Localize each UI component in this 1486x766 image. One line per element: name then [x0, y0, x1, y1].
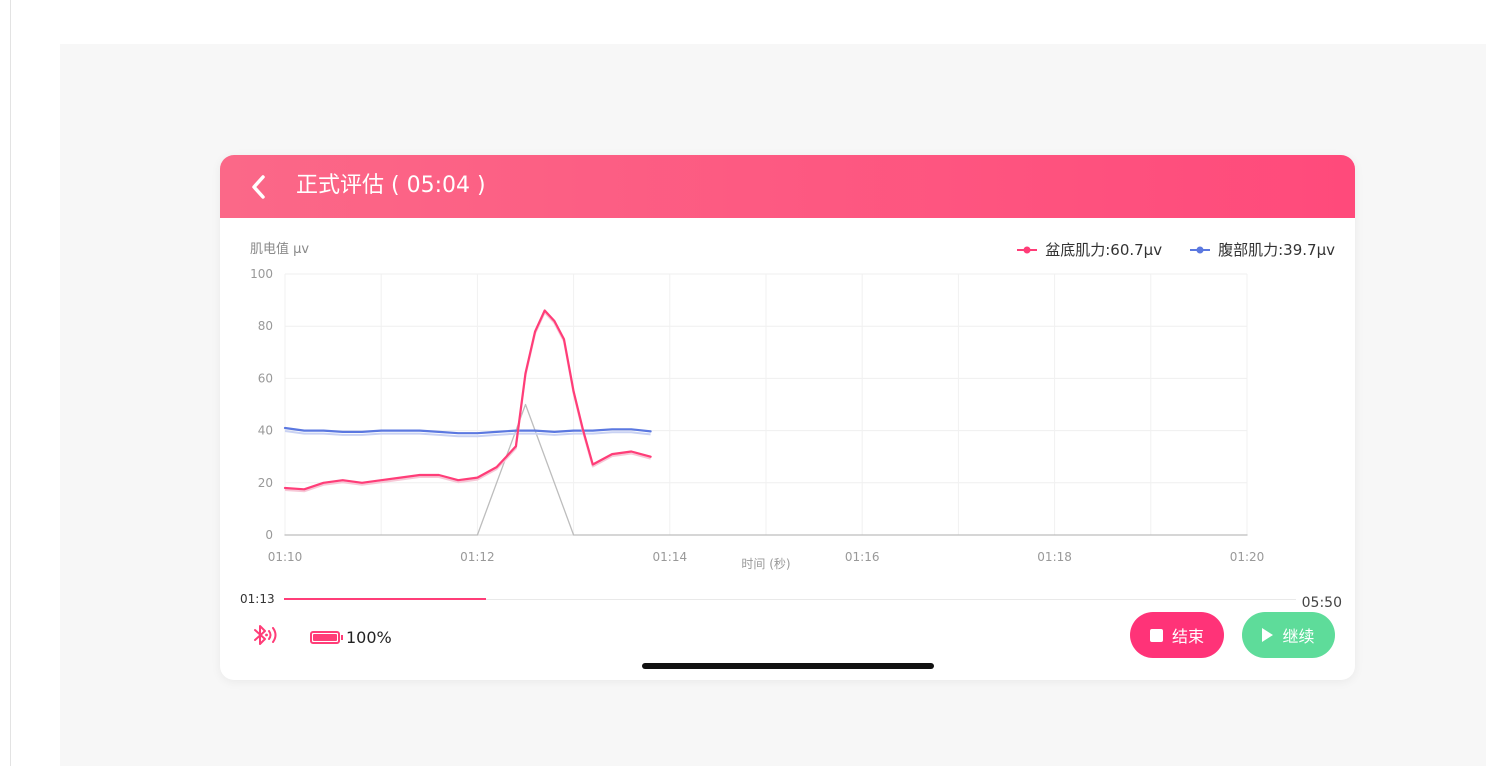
y-tick-label: 0 [265, 528, 273, 542]
x-tick-label: 01:14 [653, 550, 688, 564]
y-tick-label: 100 [250, 267, 273, 281]
home-indicator [642, 663, 934, 669]
continue-button-label: 继续 [1282, 627, 1315, 646]
page-title: 正式评估 ( 05:04 ) [296, 173, 486, 198]
bluetooth-icon [250, 624, 286, 650]
y-tick-label: 20 [258, 476, 273, 490]
chevron-left-icon[interactable] [246, 172, 272, 202]
battery-percent: 100% [346, 628, 392, 647]
x-tick-label: 01:18 [1037, 550, 1072, 564]
stop-icon [1149, 628, 1163, 642]
legend-key-pelvic [1017, 246, 1038, 253]
series-shadow-pelvic [284, 311, 651, 493]
play-icon [1262, 628, 1274, 642]
progress-current-time: 01:13 [240, 592, 275, 606]
emg-line-chart: 0 20 40 60 80 100 01:10 01:12 01:14 01:16 01:18 01:… [250, 267, 1265, 571]
x-tick-label: 01:10 [268, 550, 303, 564]
left-edge-divider [10, 0, 11, 766]
continue-button[interactable]: 继续 [1242, 612, 1335, 658]
battery-icon [310, 631, 340, 644]
progress-total-time: 05:50 [1301, 595, 1342, 611]
x-tick-label: 01:16 [845, 550, 880, 564]
legend-key-abdominal [1190, 246, 1211, 253]
x-tick-label: 01:20 [1230, 550, 1265, 564]
x-tick-label: 01:12 [460, 550, 495, 564]
x-axis-label: 时间 (秒) [741, 557, 790, 571]
header-bar: 正式评估 ( 05:04 ) [220, 155, 1355, 218]
series-line-pelvic [283, 309, 652, 491]
battery-level [313, 634, 337, 641]
battery-indicator: 100% [310, 628, 392, 647]
battery-tip [341, 635, 343, 640]
y-tick-label: 40 [258, 424, 273, 438]
end-button-label: 结束 [1171, 627, 1204, 646]
y-tick-label: 80 [258, 319, 273, 333]
end-button[interactable]: 结束 [1130, 612, 1224, 658]
y-tick-label: 60 [258, 371, 273, 385]
progress-fill [284, 598, 487, 600]
assessment-card: 正式评估 ( 05:04 ) 肌电值 μv 盆底肌力: 60.7μv 腹部肌力:… [220, 155, 1355, 680]
